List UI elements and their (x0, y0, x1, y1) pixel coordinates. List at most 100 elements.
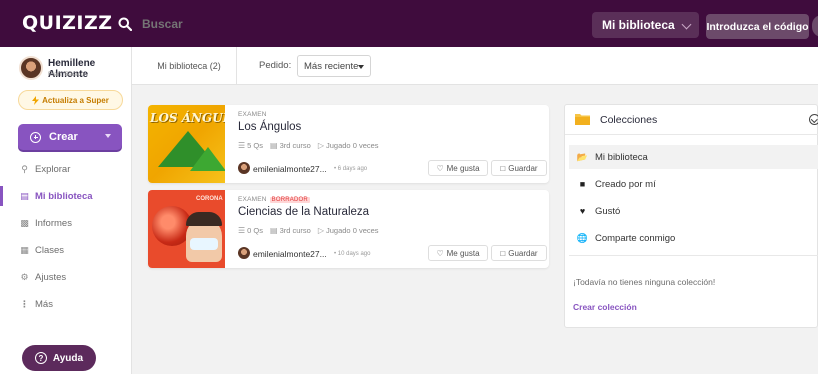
quiz-meta: ☰ 0 Qs ▤ 3rd curso ▷ Jugado 0 veces (238, 226, 379, 235)
author-avatar (238, 247, 250, 259)
classes-icon: ▦ (20, 244, 29, 255)
thumbnail-text: LOS ÁNGULO (150, 111, 225, 125)
play-icon: ▷ (317, 141, 324, 150)
library-icon: ▤ (20, 190, 29, 201)
folder-icon (575, 114, 590, 125)
upgrade-super-label: Actualiza a Super (42, 95, 109, 105)
play-icon: ▷ (317, 226, 324, 235)
sort-dropdown-value: Más reciente (304, 60, 359, 72)
quiz-time: • 10 days ago (334, 251, 371, 257)
quiz-meta: ☰ 5 Qs ▤ 3rd curso ▷ Jugado 0 veces (238, 141, 379, 150)
quiz-type: EXAMEN (238, 111, 267, 118)
quiz-author[interactable]: emilenialmonte27... (253, 249, 327, 259)
quiz-card[interactable]: LOS ÁNGULO EXAMEN Los Ángulos ☰5 Qs ▤3rd… (148, 105, 549, 183)
collection-item-label: Mi biblioteca (595, 151, 648, 163)
reports-icon: ▩ (20, 217, 29, 228)
collection-item-gusto[interactable]: ♥ Gustó (569, 199, 818, 223)
collection-item-label: Creado por mí (595, 178, 656, 190)
quiz-title[interactable]: Los Ángulos (238, 121, 301, 133)
sidebar-item-mas[interactable]: ⋮ Más (0, 294, 132, 314)
sort-dropdown[interactable]: Más reciente (297, 55, 371, 77)
collections-panel: Colecciones 📂 Mi biblioteca ■ Creado por… (564, 104, 818, 328)
enter-code-button[interactable]: Introduzca el código (706, 14, 809, 39)
like-button-label: Me gusta (446, 163, 480, 173)
lightning-icon (32, 95, 40, 105)
collection-item-creado-por-mi[interactable]: ■ Creado por mí (569, 172, 818, 196)
profile-avatar[interactable] (812, 15, 818, 37)
thumbnail-shape (190, 147, 225, 171)
hair-shape (186, 212, 222, 226)
like-button-label: Me gusta (446, 248, 480, 258)
sidebar-item-informes[interactable]: ▩ Informes (0, 213, 132, 233)
sidebar-item-label: Ajustes (35, 271, 67, 283)
save-button-label: Guardar (508, 248, 538, 258)
like-button[interactable]: ♡ Me gusta (428, 245, 488, 261)
save-button-label: Guardar (508, 163, 538, 173)
play-count: ▷ Jugado 0 veces (317, 226, 379, 235)
grade-icon: ▤ (270, 141, 278, 150)
like-button[interactable]: ♡ Me gusta (428, 160, 488, 176)
caret-down-icon[interactable] (105, 134, 111, 138)
top-navigation-bar: QUIZIZZ Mi biblioteca Introduzca el códi… (0, 0, 818, 47)
sidebar-item-label: Informes (35, 217, 72, 229)
grade-level: ▤ 3rd curso (270, 226, 311, 235)
user-plan: Plan: Básico (48, 71, 85, 78)
save-button[interactable]: □ Guardar (491, 245, 547, 261)
sort-label: Pedido: (259, 60, 292, 71)
plus-circle-icon (30, 131, 41, 143)
collection-item-label: Gustó (595, 205, 621, 217)
heart-outline-icon: ♡ (436, 248, 444, 258)
question-count: ☰ 0 Qs (238, 226, 264, 235)
collection-item-comparte-conmigo[interactable]: 🌐 Comparte conmigo (569, 226, 818, 250)
author-avatar (238, 162, 250, 174)
sidebar-item-label: Explorar (35, 163, 71, 175)
user-avatar[interactable] (19, 56, 43, 80)
heart-icon: ♥ (579, 206, 586, 216)
collection-item-label: Comparte conmigo (595, 232, 676, 244)
list-icon: ☰ (238, 141, 246, 150)
quiz-thumbnail[interactable]: LOS ÁNGULO (148, 105, 225, 183)
heart-outline-icon: ♡ (436, 163, 444, 173)
quiz-thumbnail[interactable]: CORONA (148, 190, 225, 268)
thumbnail-text: CORONA (196, 196, 223, 202)
folder-outline-icon: □ (500, 248, 506, 258)
grade-icon: ▤ (270, 226, 278, 235)
sidebar-item-ajustes[interactable]: ⚙ Ajustes (0, 267, 132, 287)
globe-icon: 🌐 (576, 232, 589, 243)
chevron-circle-down-icon[interactable] (809, 114, 818, 125)
sidebar-item-label: Más (35, 298, 53, 310)
list-icon: ☰ (238, 226, 246, 235)
sidebar-item-explorar[interactable]: ⚲ Explorar (0, 159, 132, 179)
play-count: ▷ Jugado 0 veces (317, 141, 379, 150)
settings-icon: ⚙ (20, 271, 29, 282)
sidebar-item-label: Clases (35, 244, 65, 256)
quiz-title[interactable]: Ciencias de la Naturaleza (238, 206, 369, 218)
collection-item-mi-biblioteca[interactable]: 📂 Mi biblioteca (569, 145, 818, 169)
folder-icon: ■ (579, 179, 586, 189)
create-button[interactable]: Crear (18, 124, 122, 150)
divider (569, 255, 818, 256)
sidebar-item-mi-biblioteca[interactable]: ▤ Mi biblioteca (0, 186, 132, 206)
library-dropdown[interactable]: Mi biblioteca (592, 12, 699, 38)
create-collection-link[interactable]: Crear colección (573, 302, 637, 312)
search-input[interactable] (142, 14, 582, 34)
quiz-type: EXAMEN BORRADOR (238, 196, 310, 203)
question-count: ☰ 5 Qs (238, 141, 264, 150)
chevron-down-icon (681, 19, 692, 30)
quiz-type-label: EXAMEN (238, 196, 267, 203)
search-icon[interactable] (118, 17, 132, 31)
quiz-author[interactable]: emilenialmonte27... (253, 164, 327, 174)
tab-mi-biblioteca[interactable]: Mi biblioteca (2) (142, 47, 237, 85)
question-circle-icon: ? (34, 352, 47, 364)
sidebar-item-clases[interactable]: ▦ Clases (0, 240, 132, 260)
sidebar: Hemillene Almonte Plan: Básico Actualiza… (0, 47, 132, 374)
create-button-label: Crear (49, 131, 78, 143)
save-button[interactable]: □ Guardar (491, 160, 547, 176)
upgrade-super-button[interactable]: Actualiza a Super (18, 90, 123, 110)
help-button[interactable]: ? Ayuda (22, 345, 96, 371)
draft-badge: BORRADOR (269, 197, 310, 203)
quizizz-logo[interactable]: QUIZIZZ (22, 12, 113, 34)
quiz-card[interactable]: CORONA EXAMEN BORRADOR Ciencias de la Nat… (148, 190, 549, 268)
open-folder-icon: 📂 (576, 151, 589, 162)
library-filter-bar: Mi biblioteca (2) Pedido: Más reciente (132, 47, 818, 85)
